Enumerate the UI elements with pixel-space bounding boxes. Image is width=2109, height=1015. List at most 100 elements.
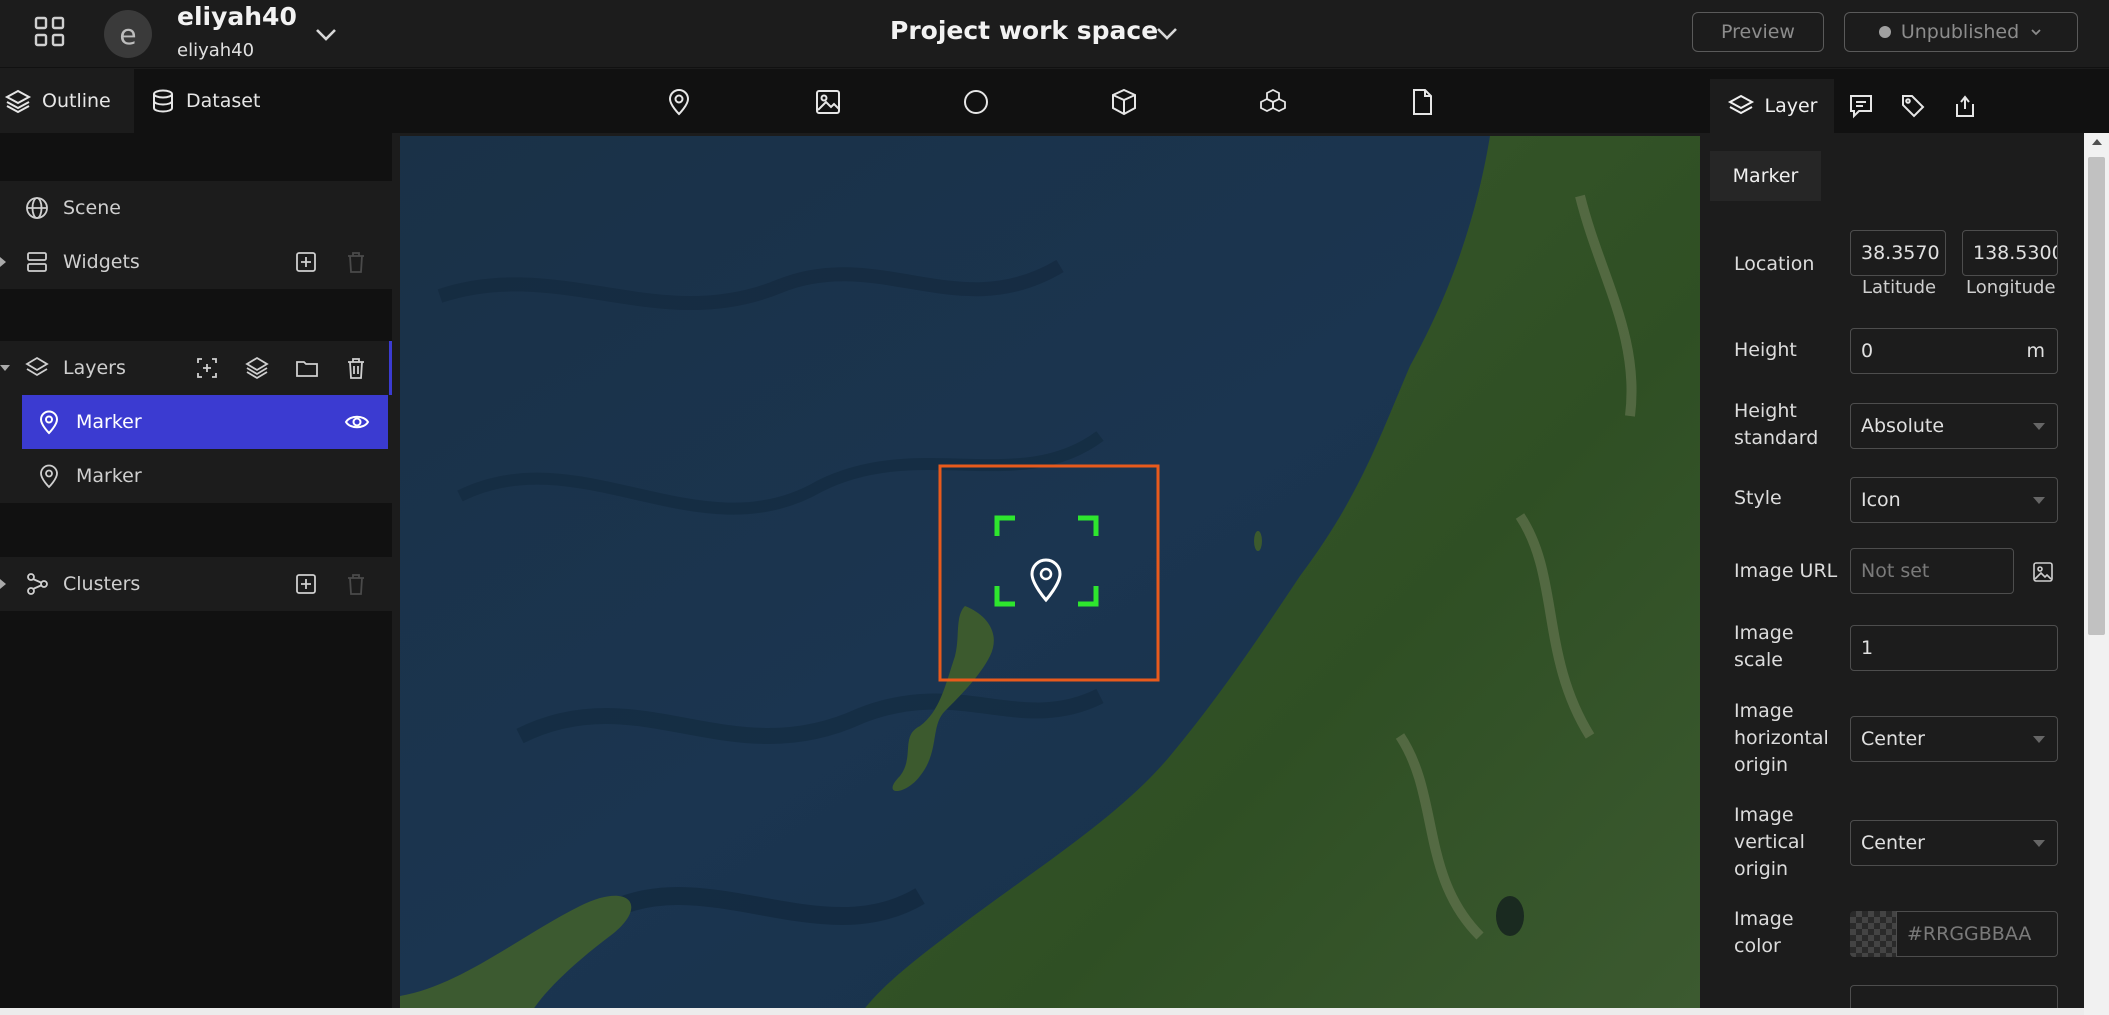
scene-group: Scene Widgets (0, 181, 392, 289)
caret-down-icon[interactable] (0, 365, 10, 371)
database-icon (153, 89, 173, 113)
eye-icon[interactable] (344, 409, 370, 435)
image-color-label-line: Image (1734, 908, 1794, 930)
image-scale-label: Image scale (1734, 620, 1794, 674)
outline-item-clusters[interactable]: Clusters (0, 557, 392, 611)
cubes-icon[interactable] (1258, 87, 1288, 117)
longitude-field[interactable]: 138.5300 (1962, 230, 2058, 276)
apps-grid-icon[interactable] (32, 14, 68, 50)
image-url-label: Image URL (1734, 560, 1838, 582)
layer-item-marker[interactable]: Marker (0, 449, 392, 503)
marker-icon[interactable] (664, 87, 694, 117)
delete-icon[interactable] (343, 249, 369, 275)
layer-item-label: Marker (76, 465, 142, 487)
style-select[interactable]: Icon (1850, 477, 2058, 523)
style-label: Style (1734, 487, 1782, 509)
longitude-label: Longitude (1966, 277, 2056, 298)
image-vertical-origin-select[interactable]: Center (1850, 820, 2058, 866)
latitude-field[interactable]: 38.3570 (1850, 230, 1946, 276)
chevron-down-icon[interactable] (310, 18, 342, 50)
image-horizontal-origin-label-line: origin (1734, 754, 1789, 776)
layers-icon (1727, 94, 1754, 115)
box-icon[interactable] (1109, 87, 1139, 117)
location-label: Location (1734, 253, 1815, 275)
caret-right-icon[interactable] (0, 579, 6, 589)
tab-layer-label: Layer (1764, 95, 1818, 117)
outline-item-layers[interactable]: Layers (0, 341, 392, 395)
add-cluster-icon[interactable] (293, 571, 319, 597)
image-horizontal-origin-select[interactable]: Center (1850, 716, 2058, 762)
chevron-down-icon (2031, 29, 2041, 36)
layers-icon (4, 89, 32, 114)
clusters-icon (27, 573, 48, 595)
project-title: Project work space (890, 16, 1159, 45)
image-color-label: Image color (1734, 906, 1794, 960)
folder-add-icon[interactable] (294, 355, 320, 381)
export-icon (1956, 95, 1974, 117)
circle-icon[interactable] (961, 87, 991, 117)
clusters-group: Clusters (0, 557, 392, 611)
avatar[interactable]: e (104, 10, 152, 58)
layer-stack-icon[interactable] (244, 355, 270, 381)
scroll-up-icon[interactable] (2092, 139, 2102, 145)
height-label: Height (1734, 339, 1797, 361)
tab-outline-label: Outline (42, 90, 111, 112)
image-scale-label-line: scale (1734, 649, 1783, 671)
height-standard-label-line: Height (1734, 400, 1797, 422)
bottom-strip (0, 1008, 2084, 1015)
image-color-field[interactable]: #RRGGBBAA (1896, 911, 2058, 957)
height-field[interactable]: 0 m (1850, 328, 2058, 374)
image-scale-field[interactable]: 1 (1850, 625, 2058, 671)
workspace-name: eliyah40 (177, 2, 297, 31)
outline-item-scene-label: Scene (63, 197, 121, 219)
add-layer-icon[interactable] (194, 355, 220, 381)
tag-icon (1902, 95, 1925, 118)
outline-item-widgets[interactable]: Widgets (0, 235, 392, 289)
properties-panel: Marker Location 38.3570 138.5300 Latitud… (1710, 133, 2082, 1015)
add-widget-icon[interactable] (293, 249, 319, 275)
layer-item-label: Marker (76, 411, 142, 433)
image-horizontal-origin-label: Image horizontal origin (1734, 698, 1829, 779)
image-vertical-origin-label-line: Image (1734, 804, 1794, 826)
scroll-thumb[interactable] (2088, 157, 2105, 635)
scrollbar[interactable] (2084, 133, 2109, 1015)
tab-dataset[interactable]: Dataset (146, 69, 286, 133)
globe-icon (26, 197, 48, 219)
color-swatch[interactable] (1850, 911, 1896, 957)
publish-status-label: Unpublished (1900, 21, 2020, 43)
layer-item-marker[interactable]: Marker (22, 395, 388, 449)
outline-item-scene[interactable]: Scene (0, 181, 392, 235)
status-dot-icon (1878, 26, 1891, 38)
tab-export[interactable] (1950, 79, 1980, 133)
workspace-subtitle: eliyah40 (177, 40, 255, 61)
outline-panel: Scene Widgets Layers Marker Marker Clust… (0, 133, 392, 1015)
image-horizontal-origin-label-line: Image (1734, 700, 1794, 722)
image-horizontal-origin-label-line: horizontal (1734, 727, 1829, 749)
file-icon[interactable] (1407, 87, 1437, 117)
caret-right-icon[interactable] (0, 257, 6, 267)
delete-icon[interactable] (343, 355, 369, 381)
image-vertical-origin-label: Image vertical origin (1734, 802, 1805, 883)
image-picker-icon[interactable] (2032, 561, 2054, 583)
delete-icon[interactable] (343, 571, 369, 597)
publish-status-button[interactable]: Unpublished (1844, 12, 2078, 52)
image-vertical-origin-label-line: origin (1734, 858, 1789, 880)
image-icon[interactable] (813, 87, 843, 117)
header: e eliyah40 eliyah40 Project work space P… (0, 0, 2109, 68)
outline-item-clusters-label: Clusters (63, 573, 141, 595)
tab-infobox[interactable] (1846, 79, 1876, 133)
satellite-map[interactable] (400, 136, 1700, 1015)
latitude-label: Latitude (1862, 277, 1937, 298)
outline-item-widgets-label: Widgets (63, 251, 140, 273)
image-url-field[interactable]: Not set (1850, 548, 2014, 594)
chevron-down-icon[interactable] (1150, 16, 1184, 50)
height-standard-select[interactable]: Absolute (1850, 403, 2058, 449)
map-viewport[interactable] (400, 136, 1700, 1015)
preview-button[interactable]: Preview (1692, 12, 1824, 52)
tab-marker[interactable]: Marker (1710, 151, 1821, 201)
layers-icon (25, 356, 49, 377)
tab-outline[interactable]: Outline (0, 69, 134, 133)
tab-layer[interactable]: Layer (1710, 79, 1834, 133)
tab-tags[interactable] (1898, 79, 1928, 133)
layers-group: Layers Marker Marker (0, 341, 392, 503)
